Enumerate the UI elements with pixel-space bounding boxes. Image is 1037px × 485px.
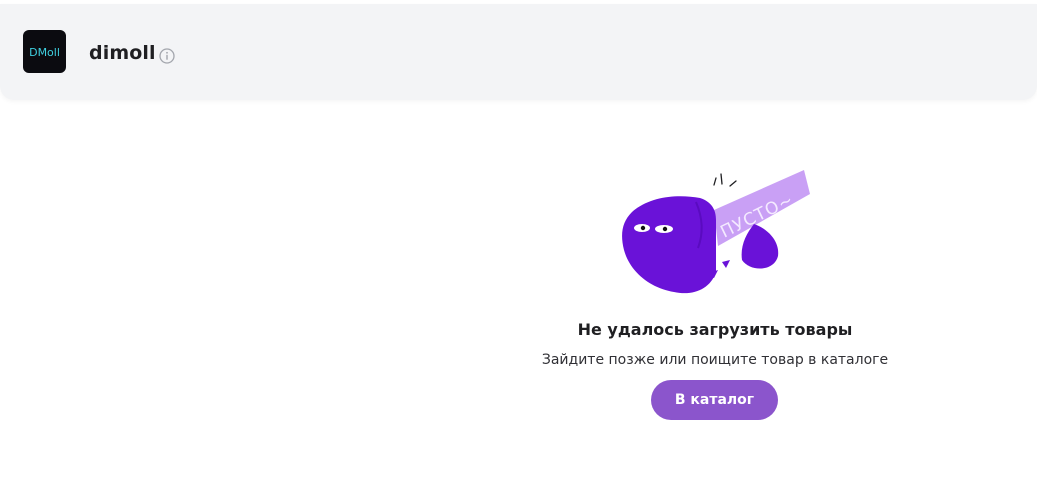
blob-main	[622, 196, 716, 294]
shop-logo[interactable]: DMoll	[23, 30, 66, 73]
catalog-button[interactable]: В каталог	[651, 380, 778, 420]
logo-text: DMoll	[29, 46, 60, 59]
info-icon[interactable]	[159, 48, 175, 64]
crumb	[722, 260, 730, 268]
empty-state-title: Не удалось загрузить товары	[577, 320, 853, 339]
shop-name[interactable]: dimoll	[89, 42, 156, 64]
empty-state-subtitle: Зайдите позже или поищите товар в катало…	[541, 352, 889, 368]
shop-header: DMoll dimoll	[0, 4, 1037, 100]
empty-illustration: ПУСТО~	[622, 170, 810, 294]
motion-marks	[713, 173, 737, 187]
